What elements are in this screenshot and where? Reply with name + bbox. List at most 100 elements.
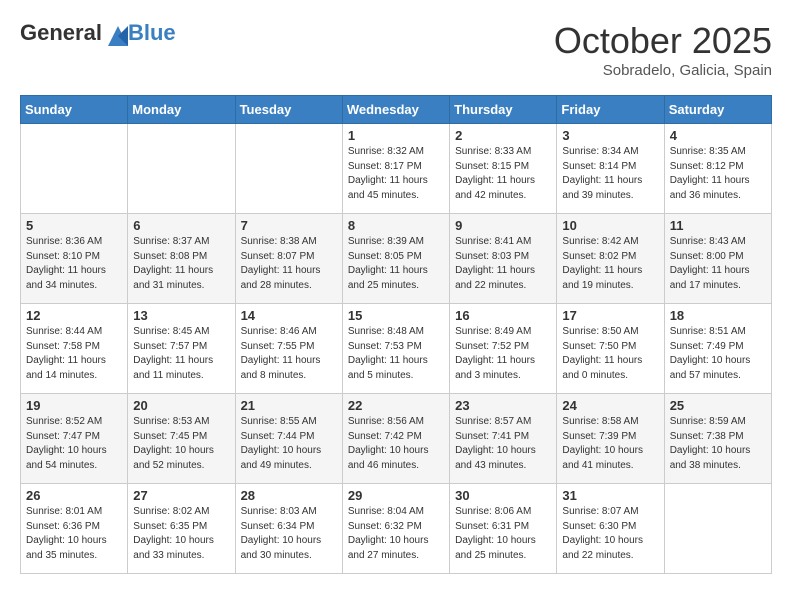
header-row: SundayMondayTuesdayWednesdayThursdayFrid… [21, 96, 772, 124]
day-info: Sunrise: 8:49 AM Sunset: 7:52 PM Dayligh… [455, 325, 551, 383]
day-number: 14 [241, 308, 337, 323]
day-number: 24 [562, 398, 658, 413]
calendar-cell: 6 Sunrise: 8:37 AM Sunset: 8:08 PM Daylig… [128, 214, 235, 304]
day-info: Sunrise: 8:03 AM Sunset: 6:34 PM Dayligh… [241, 505, 337, 563]
day-number: 16 [455, 308, 551, 323]
calendar-cell: 5 Sunrise: 8:36 AM Sunset: 8:10 PM Daylig… [21, 214, 128, 304]
header-monday: Monday [128, 96, 235, 124]
day-number: 26 [26, 488, 122, 503]
day-number: 3 [562, 128, 658, 143]
day-info: Sunrise: 8:02 AM Sunset: 6:35 PM Dayligh… [133, 505, 229, 563]
day-info: Sunrise: 8:35 AM Sunset: 8:12 PM Dayligh… [670, 145, 766, 203]
day-number: 22 [348, 398, 444, 413]
day-number: 6 [133, 218, 229, 233]
calendar-cell: 27 Sunrise: 8:02 AM Sunset: 6:35 PM Dayli… [128, 484, 235, 574]
day-info: Sunrise: 8:58 AM Sunset: 7:39 PM Dayligh… [562, 415, 658, 473]
week-row-4: 19 Sunrise: 8:52 AM Sunset: 7:47 PM Dayli… [21, 394, 772, 484]
day-number: 12 [26, 308, 122, 323]
calendar-cell [128, 124, 235, 214]
day-number: 30 [455, 488, 551, 503]
calendar-cell: 31Sunrise: 8:07 AM Sunset: 6:30 PM Dayli… [557, 484, 664, 574]
day-info: Sunrise: 8:50 AM Sunset: 7:50 PM Dayligh… [562, 325, 658, 383]
header-wednesday: Wednesday [342, 96, 449, 124]
day-info: Sunrise: 8:52 AM Sunset: 7:47 PM Dayligh… [26, 415, 122, 473]
day-info: Sunrise: 8:39 AM Sunset: 8:05 PM Dayligh… [348, 235, 444, 293]
header-saturday: Saturday [664, 96, 771, 124]
day-number: 11 [670, 218, 766, 233]
calendar-cell: 17Sunrise: 8:50 AM Sunset: 7:50 PM Dayli… [557, 304, 664, 394]
week-row-5: 26 Sunrise: 8:01 AM Sunset: 6:36 PM Dayli… [21, 484, 772, 574]
day-info: Sunrise: 8:59 AM Sunset: 7:38 PM Dayligh… [670, 415, 766, 473]
week-row-1: 1 Sunrise: 8:32 AM Sunset: 8:17 PM Daylig… [21, 124, 772, 214]
calendar-cell: 11 Sunrise: 8:43 AM Sunset: 8:00 PM Dayli… [664, 214, 771, 304]
day-info: Sunrise: 8:36 AM Sunset: 8:10 PM Dayligh… [26, 235, 122, 293]
calendar-cell: 19 Sunrise: 8:52 AM Sunset: 7:47 PM Dayli… [21, 394, 128, 484]
day-info: Sunrise: 8:46 AM Sunset: 7:55 PM Dayligh… [241, 325, 337, 383]
day-info: Sunrise: 8:48 AM Sunset: 7:53 PM Dayligh… [348, 325, 444, 383]
day-info: Sunrise: 8:34 AM Sunset: 8:14 PM Dayligh… [562, 145, 658, 203]
calendar-cell: 16 Sunrise: 8:49 AM Sunset: 7:52 PM Dayli… [450, 304, 557, 394]
day-number: 5 [26, 218, 122, 233]
calendar-cell: 9 Sunrise: 8:41 AM Sunset: 8:03 PM Daylig… [450, 214, 557, 304]
calendar-cell: 28 Sunrise: 8:03 AM Sunset: 6:34 PM Dayli… [235, 484, 342, 574]
day-info: Sunrise: 8:04 AM Sunset: 6:32 PM Dayligh… [348, 505, 444, 563]
calendar-cell: 10Sunrise: 8:42 AM Sunset: 8:02 PM Dayli… [557, 214, 664, 304]
calendar-table: SundayMondayTuesdayWednesdayThursdayFrid… [20, 95, 772, 574]
calendar-cell: 26 Sunrise: 8:01 AM Sunset: 6:36 PM Dayli… [21, 484, 128, 574]
calendar-cell: 13 Sunrise: 8:45 AM Sunset: 7:57 PM Dayli… [128, 304, 235, 394]
calendar-cell: 15 Sunrise: 8:48 AM Sunset: 7:53 PM Dayli… [342, 304, 449, 394]
calendar-cell: 22 Sunrise: 8:56 AM Sunset: 7:42 PM Dayli… [342, 394, 449, 484]
logo-text-general: General [20, 20, 102, 45]
calendar-cell: 25 Sunrise: 8:59 AM Sunset: 7:38 PM Dayli… [664, 394, 771, 484]
calendar-cell: 29 Sunrise: 8:04 AM Sunset: 6:32 PM Dayli… [342, 484, 449, 574]
day-number: 15 [348, 308, 444, 323]
day-number: 19 [26, 398, 122, 413]
day-number: 29 [348, 488, 444, 503]
calendar-cell: 1 Sunrise: 8:32 AM Sunset: 8:17 PM Daylig… [342, 124, 449, 214]
day-number: 20 [133, 398, 229, 413]
day-number: 25 [670, 398, 766, 413]
header-thursday: Thursday [450, 96, 557, 124]
calendar-cell: 3 Sunrise: 8:34 AM Sunset: 8:14 PM Daylig… [557, 124, 664, 214]
month-title: October 2025 [554, 20, 772, 62]
calendar-cell: 7 Sunrise: 8:38 AM Sunset: 8:07 PM Daylig… [235, 214, 342, 304]
day-info: Sunrise: 8:43 AM Sunset: 8:00 PM Dayligh… [670, 235, 766, 293]
day-number: 23 [455, 398, 551, 413]
header-friday: Friday [557, 96, 664, 124]
day-number: 21 [241, 398, 337, 413]
day-number: 27 [133, 488, 229, 503]
day-info: Sunrise: 8:33 AM Sunset: 8:15 PM Dayligh… [455, 145, 551, 203]
week-row-2: 5 Sunrise: 8:36 AM Sunset: 8:10 PM Daylig… [21, 214, 772, 304]
day-info: Sunrise: 8:32 AM Sunset: 8:17 PM Dayligh… [348, 145, 444, 203]
calendar-cell: 30Sunrise: 8:06 AM Sunset: 6:31 PM Dayli… [450, 484, 557, 574]
day-number: 28 [241, 488, 337, 503]
day-number: 1 [348, 128, 444, 143]
calendar-cell: 12 Sunrise: 8:44 AM Sunset: 7:58 PM Dayli… [21, 304, 128, 394]
day-info: Sunrise: 8:37 AM Sunset: 8:08 PM Dayligh… [133, 235, 229, 293]
calendar-cell [21, 124, 128, 214]
day-number: 13 [133, 308, 229, 323]
day-info: Sunrise: 8:01 AM Sunset: 6:36 PM Dayligh… [26, 505, 122, 563]
logo-general-text: GeneralBlue [20, 20, 176, 50]
calendar-cell: 21Sunrise: 8:55 AM Sunset: 7:44 PM Dayli… [235, 394, 342, 484]
day-info: Sunrise: 8:38 AM Sunset: 8:07 PM Dayligh… [241, 235, 337, 293]
day-number: 31 [562, 488, 658, 503]
calendar-cell: 24 Sunrise: 8:58 AM Sunset: 7:39 PM Dayli… [557, 394, 664, 484]
day-number: 9 [455, 218, 551, 233]
day-number: 10 [562, 218, 658, 233]
day-info: Sunrise: 8:45 AM Sunset: 7:57 PM Dayligh… [133, 325, 229, 383]
title-block: October 2025 Sobradelo, Galicia, Spain [554, 20, 772, 79]
location: Sobradelo, Galicia, Spain [554, 62, 772, 79]
day-info: Sunrise: 8:41 AM Sunset: 8:03 PM Dayligh… [455, 235, 551, 293]
calendar-cell [235, 124, 342, 214]
calendar-cell: 4Sunrise: 8:35 AM Sunset: 8:12 PM Daylig… [664, 124, 771, 214]
week-row-3: 12 Sunrise: 8:44 AM Sunset: 7:58 PM Dayli… [21, 304, 772, 394]
day-info: Sunrise: 8:44 AM Sunset: 7:58 PM Dayligh… [26, 325, 122, 383]
header-sunday: Sunday [21, 96, 128, 124]
day-info: Sunrise: 8:56 AM Sunset: 7:42 PM Dayligh… [348, 415, 444, 473]
day-number: 7 [241, 218, 337, 233]
logo: GeneralBlue [20, 20, 176, 50]
calendar-cell [664, 484, 771, 574]
calendar-cell: 2Sunrise: 8:33 AM Sunset: 8:15 PM Daylig… [450, 124, 557, 214]
page-header: GeneralBlue October 2025 Sobradelo, Gali… [20, 20, 772, 79]
